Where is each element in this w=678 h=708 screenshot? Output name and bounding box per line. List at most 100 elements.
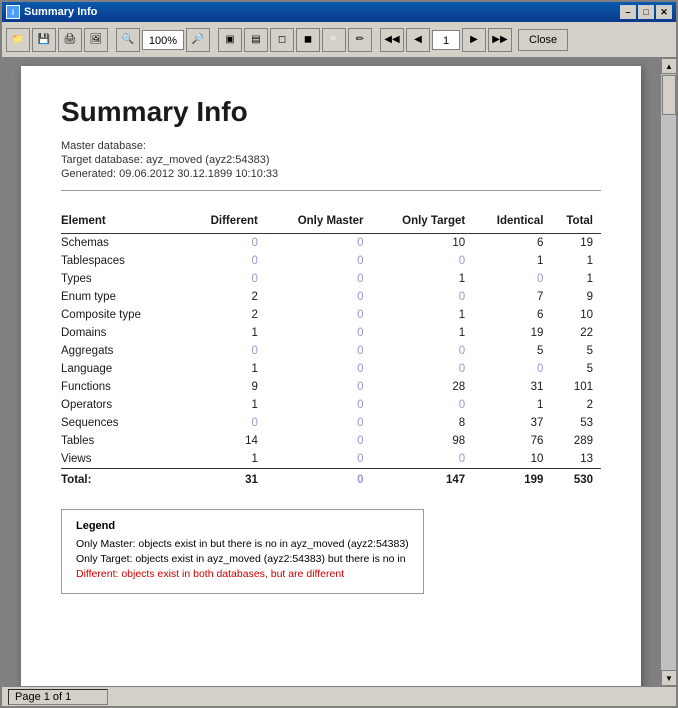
cell-only_master: 0 <box>266 450 372 469</box>
scroll-track <box>661 74 676 670</box>
col-header-total: Total <box>551 211 601 234</box>
cell-identical: 1 <box>473 252 551 270</box>
report-scroll-area[interactable]: Summary Info Master database: Target dat… <box>2 58 660 686</box>
minimize-button[interactable]: – <box>620 5 636 19</box>
legend-title: Legend <box>76 520 409 532</box>
close-button[interactable]: Close <box>518 29 568 51</box>
cell-element: Operators <box>61 396 187 414</box>
first-page-button[interactable]: ◀◀ <box>380 28 404 52</box>
cell-element: Language <box>61 360 187 378</box>
cell-only_master: 0 <box>266 378 372 396</box>
cell-total: 10 <box>551 306 601 324</box>
cell-total: 9 <box>551 288 601 306</box>
table-row: Domains1011922 <box>61 324 601 342</box>
cell-different: 0 <box>187 414 266 432</box>
content-area: Summary Info Master database: Target dat… <box>2 58 676 686</box>
print-preview-button[interactable]: 🖼 <box>84 28 108 52</box>
scroll-up-button[interactable]: ▲ <box>661 58 676 74</box>
report-title: Summary Info <box>61 96 601 128</box>
table-row: Tables1409876289 <box>61 432 601 450</box>
nav-controls: ◀◀ ◀ 1 ▶ ▶▶ <box>380 28 512 52</box>
cell-different: 9 <box>187 378 266 396</box>
report-meta: Master database: Target database: ayz_mo… <box>61 140 601 180</box>
zoom-in-button[interactable]: 🔍 <box>116 28 140 52</box>
prev-page-button[interactable]: ◀ <box>406 28 430 52</box>
cell-different: 0 <box>187 252 266 270</box>
last-page-button[interactable]: ▶▶ <box>488 28 512 52</box>
edit-button[interactable]: ✏ <box>348 28 372 52</box>
cell-element: Aggregats <box>61 342 187 360</box>
cell-identical: 19 <box>473 324 551 342</box>
toolbar: 📁 💾 🖨 🖼 🔍 100% 🔎 ▣ ▤ ◻ ◼ ◽ ✏ ◀◀ ◀ 1 ▶ ▶▶… <box>2 22 676 58</box>
titlebar-buttons: – □ ✕ <box>620 5 672 19</box>
cell-total: 5 <box>551 342 601 360</box>
table-row: Sequences0083753 <box>61 414 601 432</box>
save-button[interactable]: 💾 <box>32 28 56 52</box>
vertical-scrollbar[interactable]: ▲ ▼ <box>660 58 676 686</box>
total-cell: 147 <box>372 469 474 490</box>
cell-element: Schemas <box>61 234 187 253</box>
cell-only_master: 0 <box>266 432 372 450</box>
scroll-down-button[interactable]: ▼ <box>661 670 676 686</box>
cell-only_master: 0 <box>266 234 372 253</box>
zoom-out-button[interactable]: 🔎 <box>186 28 210 52</box>
fit-page-button[interactable]: ▣ <box>218 28 242 52</box>
legend-item: Only Master: objects exist in but there … <box>76 538 409 550</box>
total-cell: 0 <box>266 469 372 490</box>
cell-only_target: 98 <box>372 432 474 450</box>
table-row: Schemas0010619 <box>61 234 601 253</box>
table-row: Tablespaces00011 <box>61 252 601 270</box>
total-cell: Total: <box>61 469 187 490</box>
cell-only_target: 0 <box>372 342 474 360</box>
cell-total: 5 <box>551 360 601 378</box>
legend-box: Legend Only Master: objects exist in but… <box>61 509 424 594</box>
table-row: Operators10012 <box>61 396 601 414</box>
open-button[interactable]: 📁 <box>6 28 30 52</box>
fit-width-button[interactable]: ▤ <box>244 28 268 52</box>
cell-only_master: 0 <box>266 360 372 378</box>
cell-total: 13 <box>551 450 601 469</box>
table-row: Language10005 <box>61 360 601 378</box>
cell-only_target: 1 <box>372 324 474 342</box>
print-button[interactable]: 🖨 <box>58 28 82 52</box>
two-page-button[interactable]: ◽ <box>322 28 346 52</box>
cell-different: 1 <box>187 450 266 469</box>
statusbar: Page 1 of 1 <box>2 686 676 706</box>
maximize-button[interactable]: □ <box>638 5 654 19</box>
cell-only_master: 0 <box>266 396 372 414</box>
col-header-identical: Identical <box>473 211 551 234</box>
table-row: Types00101 <box>61 270 601 288</box>
cell-identical: 7 <box>473 288 551 306</box>
window-close-button[interactable]: ✕ <box>656 5 672 19</box>
window-title: Summary Info <box>24 6 97 18</box>
total-cell: 199 <box>473 469 551 490</box>
meta-target: Target database: ayz_moved (ayz2:54383) <box>61 154 601 166</box>
cell-total: 289 <box>551 432 601 450</box>
cell-identical: 6 <box>473 234 551 253</box>
table-row: Aggregats00055 <box>61 342 601 360</box>
cell-different: 14 <box>187 432 266 450</box>
cell-element: Composite type <box>61 306 187 324</box>
table-row: Composite type201610 <box>61 306 601 324</box>
cell-different: 0 <box>187 342 266 360</box>
page-number-input[interactable]: 1 <box>432 30 460 50</box>
zoom-control: 100% <box>142 30 184 50</box>
meta-master: Master database: <box>61 140 601 152</box>
cell-element: Sequences <box>61 414 187 432</box>
cell-only_master: 0 <box>266 414 372 432</box>
full-screen-button[interactable]: ◻ <box>270 28 294 52</box>
cell-total: 19 <box>551 234 601 253</box>
cell-total: 1 <box>551 252 601 270</box>
cell-identical: 76 <box>473 432 551 450</box>
cell-only_master: 0 <box>266 342 372 360</box>
scroll-thumb[interactable] <box>662 75 676 115</box>
next-page-button[interactable]: ▶ <box>462 28 486 52</box>
col-header-only-master: Only Master <box>266 211 372 234</box>
cell-identical: 5 <box>473 342 551 360</box>
cell-different: 0 <box>187 270 266 288</box>
cell-only_target: 0 <box>372 396 474 414</box>
meta-generated: Generated: 09.06.2012 30.12.1899 10:10:3… <box>61 168 601 180</box>
cell-only_target: 0 <box>372 450 474 469</box>
col-header-element: Element <box>61 211 187 234</box>
single-page-button[interactable]: ◼ <box>296 28 320 52</box>
